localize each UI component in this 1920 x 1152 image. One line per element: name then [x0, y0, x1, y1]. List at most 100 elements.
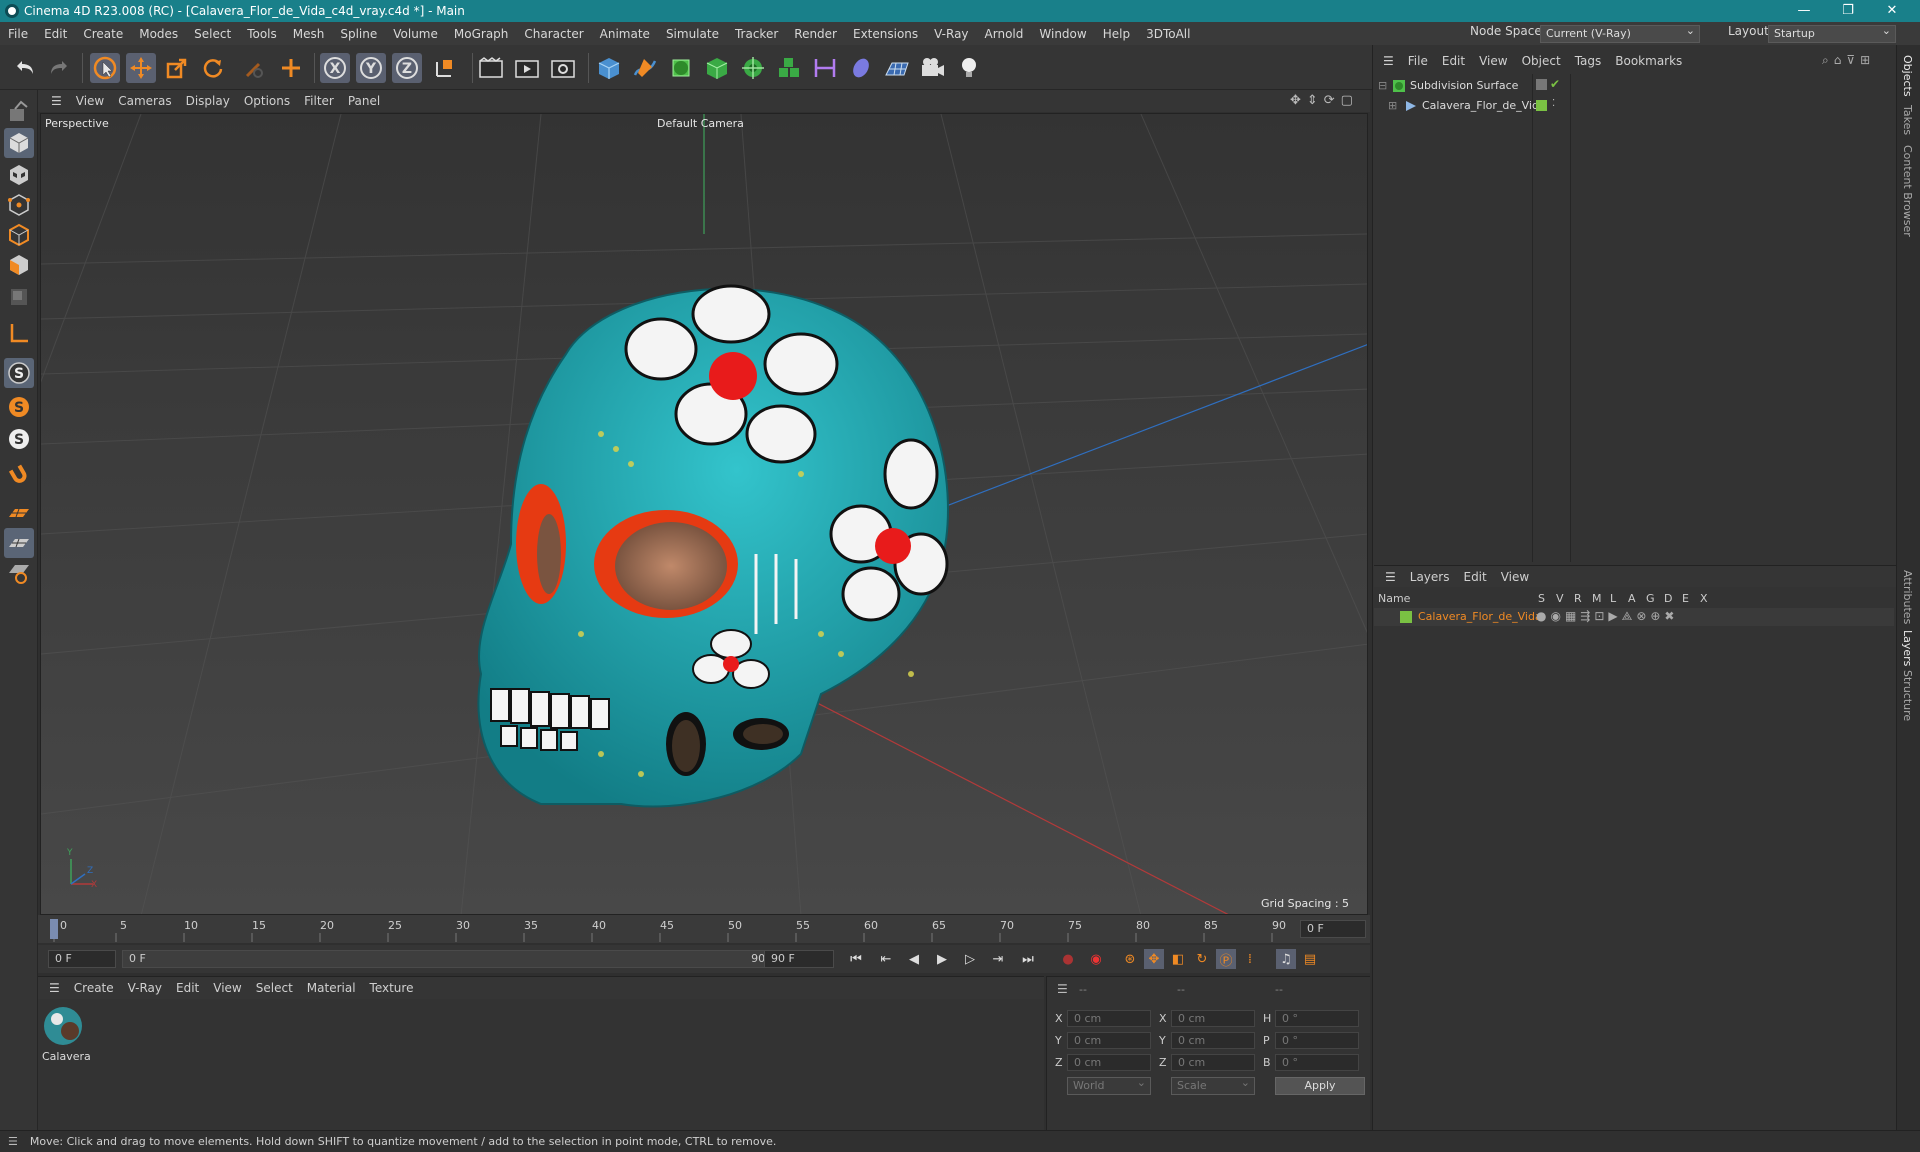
scale-key-icon[interactable]: ◧ — [1168, 949, 1188, 969]
preview-range-slider[interactable]: 0 F 90 F — [122, 950, 784, 968]
node-space-dropdown[interactable]: Current (V-Ray) — [1540, 23, 1700, 43]
cloner-icon[interactable] — [738, 53, 768, 83]
layer-toggle-icons[interactable]: ●◉▦⇶⊡▶⟁⊗⊕✖ — [1536, 609, 1679, 624]
viewport-menu-display[interactable]: Display — [179, 94, 237, 108]
viewport-menu-panel[interactable]: Panel — [341, 94, 387, 108]
menu-mograph[interactable]: MoGraph — [446, 27, 517, 41]
menu-file[interactable]: File — [0, 27, 36, 41]
side-tab-takes[interactable]: Takes — [1901, 105, 1914, 135]
grid-floor-icon[interactable] — [4, 498, 34, 528]
coordinate-system-icon[interactable] — [430, 53, 460, 83]
menu-3dtoall[interactable]: 3DToAll — [1138, 27, 1198, 41]
object-row-subdivision-surface[interactable]: ⊟ Subdivision Surface ✔ — [1374, 77, 1894, 95]
cube-icon[interactable] — [594, 53, 624, 83]
viewport-menu-view[interactable]: View — [69, 94, 111, 108]
menu-character[interactable]: Character — [516, 27, 591, 41]
y-axis-lock-icon[interactable]: Y — [356, 53, 386, 83]
menu-modes[interactable]: Modes — [131, 27, 186, 41]
keyframe-selection-icon[interactable]: ⊛ — [1120, 949, 1140, 969]
workplane-icon[interactable] — [4, 318, 34, 348]
material-hamburger-icon[interactable]: ☰ — [42, 981, 67, 995]
timeline-ruler[interactable]: 0 5 10 15 20 25 30 35 40 45 50 55 60 65 … — [38, 915, 1370, 943]
x-axis-lock-icon[interactable]: X — [320, 53, 350, 83]
layer-color-swatch[interactable] — [1400, 611, 1412, 623]
next-key-icon[interactable]: ⇥ — [988, 949, 1008, 969]
current-frame-field[interactable]: 0 F — [1300, 920, 1366, 938]
col-manager[interactable]: M — [1592, 592, 1602, 605]
status-hamburger-icon[interactable]: ☰ — [8, 1135, 18, 1148]
make-editable-icon[interactable] — [4, 96, 34, 126]
model-mode-icon[interactable] — [4, 128, 34, 158]
mograph-cloner-icon[interactable] — [774, 53, 804, 83]
start-frame-field[interactable]: 0 F — [48, 950, 116, 968]
objects-menu-bookmarks[interactable]: Bookmarks — [1608, 54, 1689, 68]
viewport-camera-name[interactable]: Default Camera — [657, 117, 744, 130]
coord-rot-p-field[interactable]: 0 ° — [1275, 1032, 1359, 1049]
coord-size-x-field[interactable]: 0 cm — [1171, 1010, 1255, 1027]
coord-rot-b-field[interactable]: 0 ° — [1275, 1054, 1359, 1071]
extrude-icon[interactable] — [702, 53, 732, 83]
quantize-icon[interactable]: S — [4, 424, 34, 454]
col-view[interactable]: V — [1556, 592, 1564, 605]
menu-select[interactable]: Select — [186, 27, 239, 41]
minimize-button[interactable]: — — [1782, 0, 1826, 22]
viewport-menu-cameras[interactable]: Cameras — [111, 94, 178, 108]
close-button[interactable]: ✕ — [1870, 0, 1914, 22]
previous-key-icon[interactable]: ⇤ — [876, 949, 896, 969]
point-level-key-icon[interactable]: ⁞ — [1240, 949, 1260, 969]
position-key-icon[interactable]: ✥ — [1144, 949, 1164, 969]
menu-tools[interactable]: Tools — [239, 27, 285, 41]
go-to-end-icon[interactable]: ⏭ — [1018, 949, 1038, 969]
visibility-toggle-icon[interactable] — [1536, 79, 1547, 90]
lock-workplane-icon[interactable] — [4, 558, 34, 588]
menu-create[interactable]: Create — [75, 27, 131, 41]
col-solo[interactable]: S — [1538, 592, 1545, 605]
col-animation[interactable]: A — [1628, 592, 1636, 605]
col-xref[interactable]: X — [1700, 592, 1708, 605]
object-row-calavera[interactable]: ⊞ Calavera_Flor_de_Vida ⁚ — [1374, 98, 1894, 115]
menu-edit[interactable]: Edit — [36, 27, 75, 41]
viewport-hamburger-icon[interactable]: ☰ — [44, 94, 69, 108]
scale-icon[interactable] — [162, 53, 192, 83]
coord-rot-h-field[interactable]: 0 ° — [1275, 1010, 1359, 1027]
coord-size-z-field[interactable]: 0 cm — [1171, 1054, 1255, 1071]
menu-window[interactable]: Window — [1031, 27, 1094, 41]
material-menu-edit[interactable]: Edit — [169, 981, 206, 995]
material-menu-texture[interactable]: Texture — [363, 981, 421, 995]
transform-plus-icon[interactable] — [276, 53, 306, 83]
layout-dropdown[interactable]: Startup — [1768, 23, 1896, 43]
menu-simulate[interactable]: Simulate — [658, 27, 727, 41]
col-locked[interactable]: L — [1610, 592, 1616, 605]
apply-button[interactable]: Apply — [1275, 1077, 1365, 1095]
camera-icon[interactable] — [918, 53, 948, 83]
coord-size-y-field[interactable]: 0 cm — [1171, 1032, 1255, 1049]
viewport-perspective[interactable]: Perspective Default Camera Grid Spacing … — [40, 113, 1368, 915]
menu-extensions[interactable]: Extensions — [845, 27, 926, 41]
snap-settings-icon[interactable]: S — [4, 392, 34, 422]
coord-pos-x-field[interactable]: 0 cm — [1067, 1010, 1151, 1027]
parameter-key-icon[interactable]: Ⓟ — [1216, 949, 1236, 969]
menu-help[interactable]: Help — [1095, 27, 1138, 41]
layers-menu-view[interactable]: View — [1494, 570, 1536, 584]
go-to-start-icon[interactable]: ⏮ — [846, 949, 866, 969]
layer-row[interactable]: Calavera_Flor_de_Vida ●◉▦⇶⊡▶⟁⊗⊕✖ — [1374, 608, 1894, 626]
redo-icon[interactable] — [44, 53, 74, 83]
layer-color-icon[interactable] — [1536, 100, 1547, 111]
live-selection-icon[interactable] — [90, 53, 120, 83]
menu-animate[interactable]: Animate — [592, 27, 658, 41]
col-render[interactable]: R — [1574, 592, 1582, 605]
material-item[interactable]: Calavera — [42, 1005, 91, 1063]
point-mode-icon[interactable] — [4, 190, 34, 220]
magnet-icon[interactable] — [4, 460, 34, 490]
z-axis-lock-icon[interactable]: Z — [392, 53, 422, 83]
menu-volume[interactable]: Volume — [385, 27, 446, 41]
side-tab-content-browser[interactable]: Content Browser — [1901, 145, 1914, 237]
menu-mesh[interactable]: Mesh — [285, 27, 333, 41]
rotation-key-icon[interactable]: ↻ — [1192, 949, 1212, 969]
record-icon[interactable]: ● — [1058, 949, 1078, 969]
layers-menu-edit[interactable]: Edit — [1456, 570, 1493, 584]
material-menu-select[interactable]: Select — [249, 981, 300, 995]
pen-spline-icon[interactable] — [630, 53, 660, 83]
render-settings-icon[interactable] — [548, 53, 578, 83]
edge-mode-icon[interactable] — [4, 220, 34, 250]
